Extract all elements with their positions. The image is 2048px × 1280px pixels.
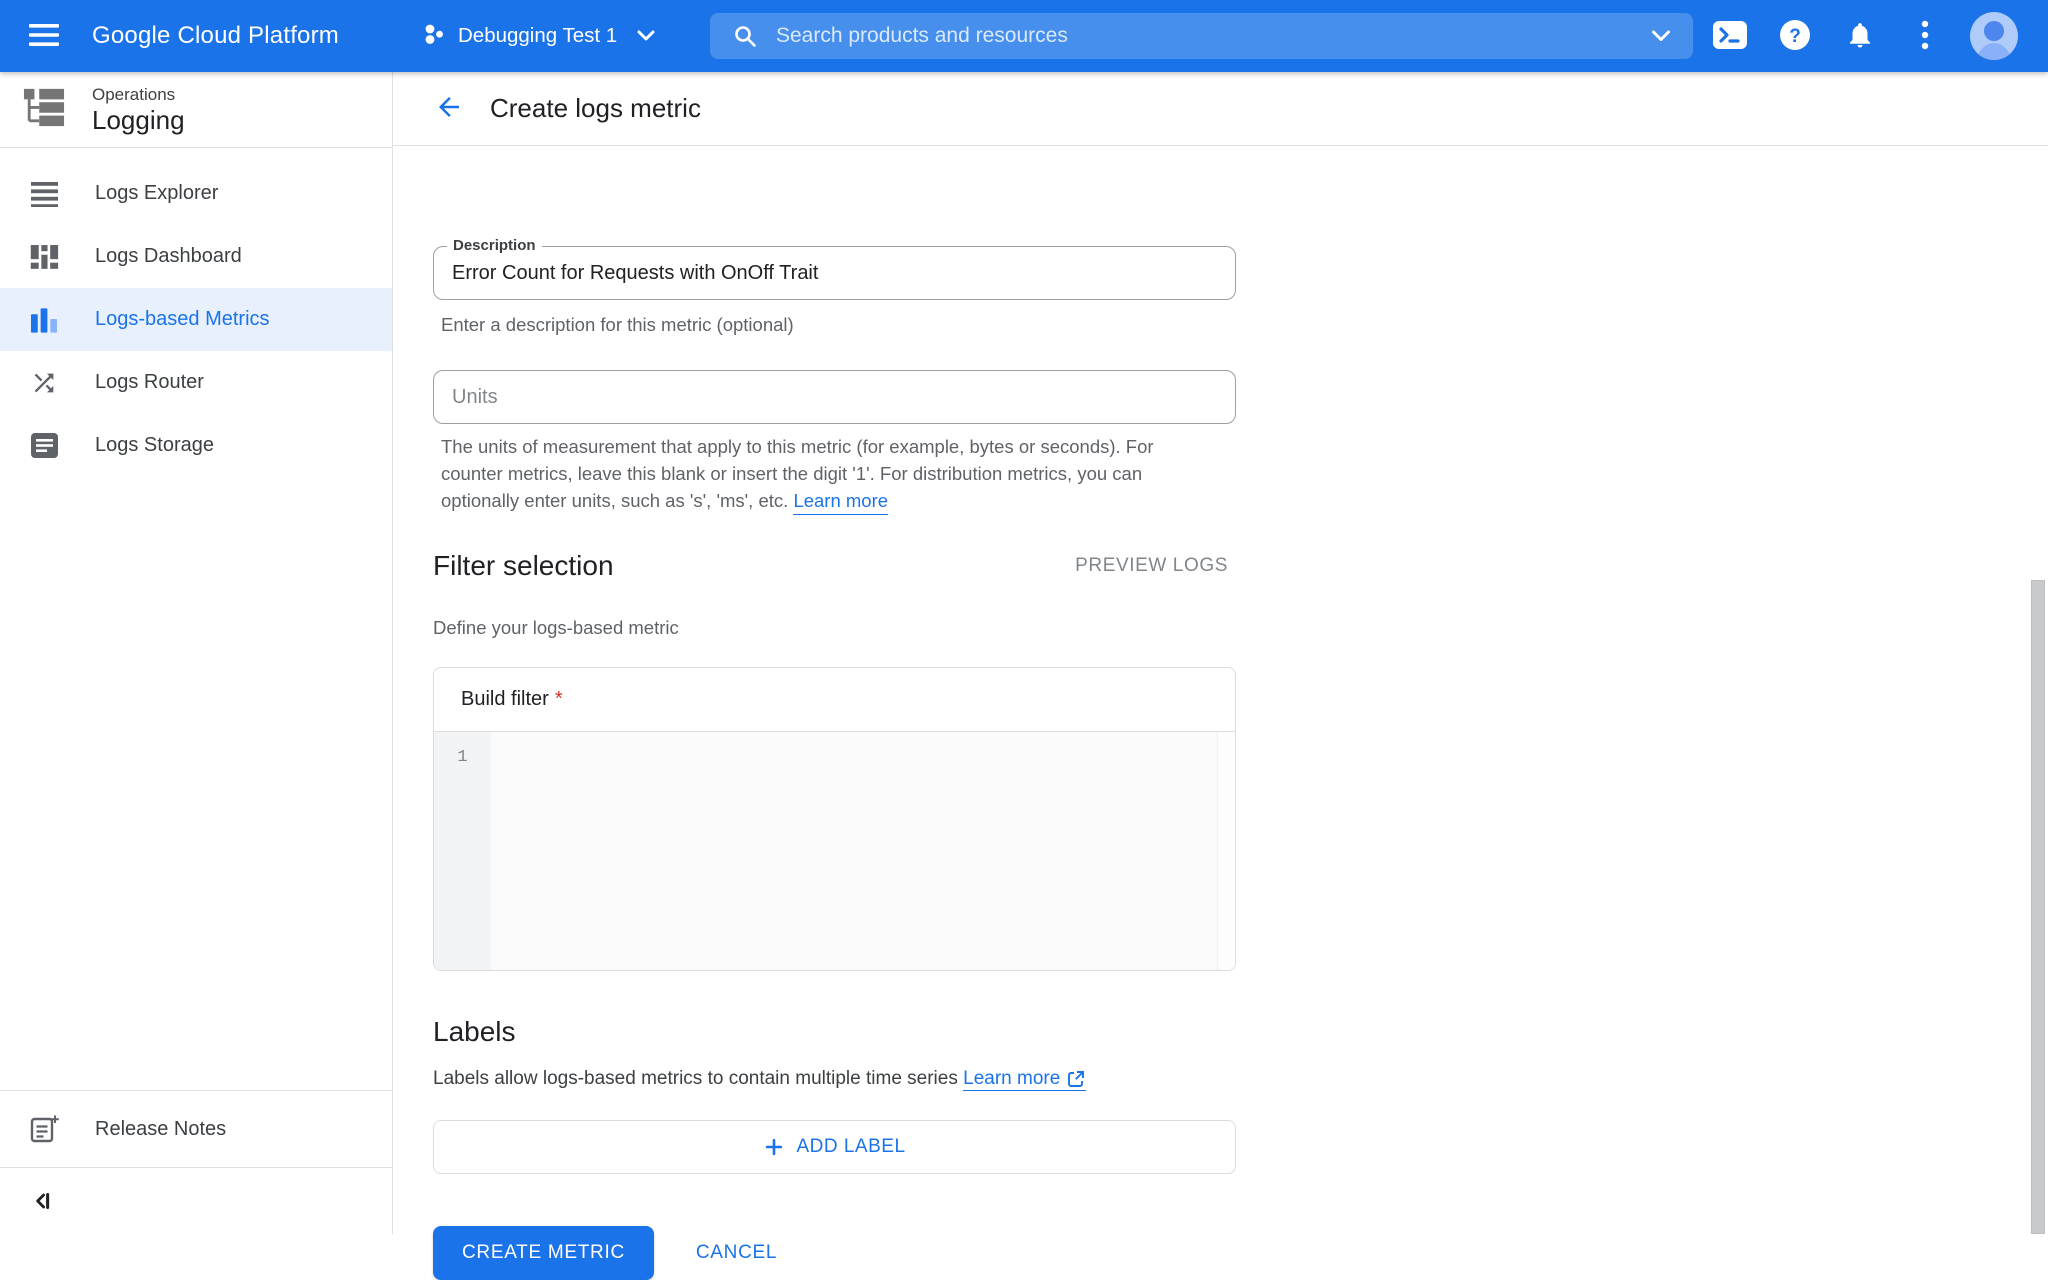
help-button[interactable]: ? <box>1775 16 1815 56</box>
sidebar-item-release-notes[interactable]: Release Notes <box>0 1091 392 1167</box>
search-input[interactable] <box>776 24 1651 48</box>
page-title: Create logs metric <box>490 93 701 124</box>
search-bar <box>710 13 1693 59</box>
sidebar-title: Logging <box>92 105 185 135</box>
description-field: Description <box>433 246 1236 300</box>
required-asterisk: * <box>555 688 563 711</box>
sidebar-item-label: Logs Explorer <box>95 182 218 205</box>
topbar: Google Cloud Platform Debugging Test 1 ? <box>0 0 2048 72</box>
labels-section-subtitle: Labels allow logs-based metrics to conta… <box>433 1068 1086 1091</box>
back-arrow-icon <box>434 92 464 125</box>
topbar-actions: ? <box>1710 0 2018 72</box>
back-button[interactable] <box>432 92 466 126</box>
units-field <box>433 370 1236 424</box>
create-metric-button[interactable]: CREATE METRIC <box>433 1226 654 1280</box>
form-actions: CREATE METRIC CANCEL <box>433 1226 777 1280</box>
editor-line-numbers: 1 <box>434 732 491 970</box>
filter-section-subtitle: Define your logs-based metric <box>433 614 679 641</box>
avatar-head <box>1984 21 2004 41</box>
more-vert-icon <box>1921 19 1929 54</box>
collapse-sidebar-icon[interactable] <box>29 1188 55 1214</box>
sidebar-item-label: Logs-based Metrics <box>95 308 270 331</box>
build-filter-label: Build filter <box>461 688 549 711</box>
bell-icon <box>1845 20 1875 53</box>
sidebar-bottom: Release Notes <box>0 1090 392 1234</box>
page-scrollbar-thumb[interactable] <box>2031 580 2045 1234</box>
sidebar-item-label: Logs Storage <box>95 434 214 457</box>
sidebar-eyebrow: Operations <box>92 85 185 105</box>
preview-logs-button[interactable]: PREVIEW LOGS <box>1075 555 1228 577</box>
filter-section-header: Filter selection PREVIEW LOGS <box>433 544 1228 588</box>
project-name: Debugging Test 1 <box>458 24 617 48</box>
build-filter-card: Build filter * 1 <box>433 667 1236 971</box>
labels-subtitle-text: Labels allow logs-based metrics to conta… <box>433 1068 958 1089</box>
add-label-button[interactable]: ADD LABEL <box>433 1120 1236 1174</box>
editor-scrollbar-track[interactable] <box>1217 732 1235 970</box>
help-icon: ? <box>1779 19 1811 54</box>
sidebar-item-label: Logs Dashboard <box>95 245 242 268</box>
logs-dashboard-icon <box>29 243 59 270</box>
sidebar-item-label: Logs Router <box>95 371 204 394</box>
main-panel: Create logs metric Description Enter a d… <box>393 72 2048 1234</box>
more-options-button[interactable] <box>1905 16 1945 56</box>
labels-section-title: Labels <box>433 1016 516 1048</box>
sidebar-header: Operations Logging <box>0 72 392 148</box>
sidebar-item-logs-router[interactable]: Logs Router <box>0 351 392 414</box>
chevron-down-icon <box>637 30 655 42</box>
form-content: Description Enter a description for this… <box>393 146 2048 1234</box>
release-notes-icon <box>29 1114 59 1144</box>
project-icon <box>424 22 446 51</box>
notifications-button[interactable] <box>1840 16 1880 56</box>
add-label-text: ADD LABEL <box>796 1136 905 1158</box>
logs-based-metrics-icon <box>29 307 59 333</box>
avatar[interactable] <box>1970 12 2018 60</box>
cloud-shell-icon <box>1713 21 1747 52</box>
page-header: Create logs metric <box>393 72 2048 146</box>
hamburger-icon <box>29 23 59 50</box>
gcp-logo[interactable]: Google Cloud Platform <box>92 0 339 72</box>
logs-router-icon <box>29 369 59 397</box>
menu-button[interactable] <box>26 19 62 53</box>
labels-learn-more-label: Learn more <box>963 1068 1060 1090</box>
cloud-shell-button[interactable] <box>1710 16 1750 56</box>
logs-explorer-icon <box>29 180 59 207</box>
filter-query-editor[interactable]: 1 <box>434 732 1235 970</box>
sidebar-nav: Logs Explorer Logs Dashboard Logs-based … <box>0 148 392 477</box>
sidebar-item-logs-storage[interactable]: Logs Storage <box>0 414 392 477</box>
logs-storage-icon <box>29 433 59 458</box>
build-filter-header: Build filter * <box>434 668 1235 732</box>
sidebar: Operations Logging Logs Explorer Logs Da… <box>0 72 393 1234</box>
sidebar-item-logs-dashboard[interactable]: Logs Dashboard <box>0 225 392 288</box>
labels-learn-more-link[interactable]: Learn more <box>963 1068 1086 1091</box>
description-input[interactable] <box>434 247 1235 299</box>
search-icon <box>732 23 758 49</box>
editor-code-area[interactable] <box>491 732 1217 970</box>
logging-product-icon <box>22 86 66 133</box>
description-field-label: Description <box>447 237 542 255</box>
project-selector[interactable]: Debugging Test 1 <box>424 0 655 72</box>
line-number: 1 <box>457 748 467 767</box>
search-chevron-down-icon[interactable] <box>1651 30 1671 43</box>
sidebar-item-logs-explorer[interactable]: Logs Explorer <box>0 162 392 225</box>
units-learn-more-label: Learn more <box>793 487 888 514</box>
svg-text:?: ? <box>1789 26 1801 47</box>
external-link-icon <box>1066 1069 1086 1089</box>
description-helper: Enter a description for this metric (opt… <box>441 311 794 338</box>
release-notes-label: Release Notes <box>95 1118 226 1141</box>
avatar-body <box>1976 43 2012 60</box>
units-input[interactable] <box>434 371 1235 423</box>
units-learn-more-link[interactable]: Learn more <box>793 487 888 515</box>
sidebar-item-logs-based-metrics[interactable]: Logs-based Metrics <box>0 288 392 351</box>
sidebar-collapse-row <box>0 1168 392 1234</box>
plus-icon <box>763 1136 785 1158</box>
units-helper: The units of measurement that apply to t… <box>441 433 1193 515</box>
cancel-button[interactable]: CANCEL <box>696 1242 777 1264</box>
filter-section-title: Filter selection <box>433 550 614 582</box>
